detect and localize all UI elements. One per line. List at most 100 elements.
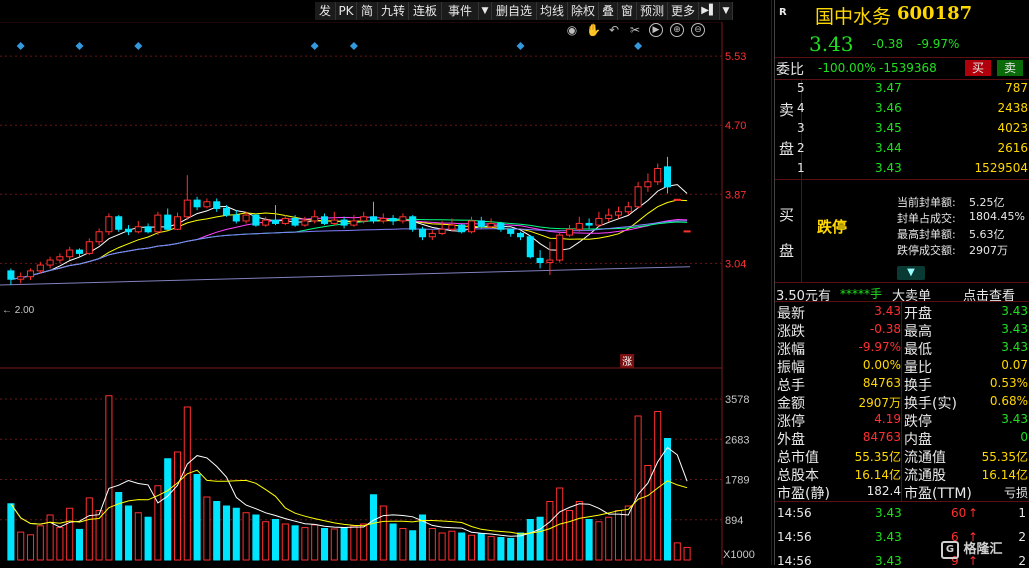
volume-bar[interactable] bbox=[683, 546, 691, 561]
volume-bar[interactable] bbox=[497, 537, 505, 561]
candle-body[interactable] bbox=[26, 270, 35, 278]
volume-bar[interactable] bbox=[144, 516, 152, 561]
candle-body[interactable] bbox=[360, 216, 368, 222]
candle-body[interactable] bbox=[595, 217, 603, 226]
candle-body[interactable] bbox=[173, 216, 182, 230]
candle-body[interactable] bbox=[379, 217, 387, 222]
candle-body[interactable] bbox=[213, 201, 221, 209]
volume-bar[interactable] bbox=[262, 521, 270, 561]
candle-body[interactable] bbox=[183, 199, 191, 218]
candle-body[interactable] bbox=[330, 219, 338, 224]
volume-bar[interactable] bbox=[507, 537, 515, 561]
volume-bar[interactable] bbox=[203, 496, 211, 561]
candle-body[interactable] bbox=[144, 226, 152, 233]
volume-bar[interactable] bbox=[487, 536, 495, 561]
sell-button[interactable]: 卖 bbox=[997, 60, 1023, 76]
volume-bar[interactable] bbox=[46, 514, 54, 561]
candle-body[interactable] bbox=[575, 222, 583, 230]
toolbar-more-dropdown-icon[interactable]: ▼ bbox=[720, 2, 733, 20]
volume-bar[interactable] bbox=[438, 532, 446, 561]
candle-body[interactable] bbox=[311, 216, 319, 222]
candle-body[interactable] bbox=[164, 214, 172, 230]
volume-bar[interactable] bbox=[575, 501, 583, 561]
toolbar-btn-11[interactable]: 预测 bbox=[637, 2, 668, 20]
volume-bar[interactable] bbox=[85, 497, 93, 561]
toolbar-btn-9[interactable]: 叠 bbox=[599, 2, 618, 20]
volume-bar[interactable] bbox=[213, 501, 221, 561]
volume-bar[interactable] bbox=[105, 395, 113, 561]
volume-bar[interactable] bbox=[585, 519, 593, 561]
candle-body[interactable] bbox=[526, 236, 534, 258]
volume-bar[interactable] bbox=[605, 516, 613, 561]
candle-body[interactable] bbox=[134, 226, 142, 233]
candle-body[interactable] bbox=[203, 201, 211, 208]
candle-body[interactable] bbox=[389, 217, 397, 222]
toolbar-btn-3[interactable]: 九转 bbox=[378, 2, 409, 20]
volume-bar[interactable] bbox=[173, 451, 182, 561]
candle-body[interactable] bbox=[262, 219, 270, 226]
candle-body[interactable] bbox=[7, 270, 15, 280]
candle-body[interactable] bbox=[458, 224, 466, 233]
volume-bar[interactable] bbox=[614, 510, 623, 561]
candle-body[interactable] bbox=[428, 232, 436, 238]
candle-body[interactable] bbox=[556, 234, 564, 261]
buy-button[interactable]: 买 bbox=[965, 60, 991, 76]
candle-body[interactable] bbox=[75, 249, 84, 254]
volume-bar[interactable] bbox=[56, 527, 64, 561]
toolbar-btn-5[interactable]: 事件 bbox=[442, 2, 479, 20]
toolbar-btn-6[interactable]: 删自选 bbox=[492, 2, 537, 20]
volume-bar[interactable] bbox=[242, 512, 250, 561]
candle-body[interactable] bbox=[605, 214, 613, 219]
candle-body[interactable] bbox=[683, 230, 691, 233]
candle-body[interactable] bbox=[565, 228, 574, 236]
candle-body[interactable] bbox=[17, 276, 25, 280]
candle-body[interactable] bbox=[66, 249, 74, 258]
toolbar-btn-0[interactable]: 发 bbox=[315, 2, 336, 20]
candle-body[interactable] bbox=[350, 220, 358, 226]
volume-bar[interactable] bbox=[360, 523, 368, 561]
candle-body[interactable] bbox=[85, 241, 93, 254]
hand-icon[interactable]: ✋ bbox=[586, 23, 601, 37]
candle-body[interactable] bbox=[320, 216, 329, 224]
candle-body[interactable] bbox=[124, 228, 133, 233]
volume-bar[interactable] bbox=[291, 525, 299, 561]
candle-body[interactable] bbox=[271, 219, 280, 224]
volume-bar[interactable] bbox=[271, 519, 280, 561]
volume-bar[interactable] bbox=[222, 505, 231, 561]
candle-body[interactable] bbox=[673, 198, 681, 201]
volume-bar[interactable] bbox=[17, 531, 25, 561]
candle-body[interactable] bbox=[291, 217, 299, 226]
volume-bar[interactable] bbox=[663, 438, 672, 561]
volume-bar[interactable] bbox=[75, 528, 84, 561]
candle-body[interactable] bbox=[193, 199, 201, 208]
candle-body[interactable] bbox=[624, 206, 632, 213]
candle-body[interactable] bbox=[154, 214, 162, 233]
candle-body[interactable] bbox=[448, 224, 456, 230]
candle-body[interactable] bbox=[252, 214, 260, 226]
candle-body[interactable] bbox=[418, 228, 427, 238]
volume-bar[interactable] bbox=[350, 525, 358, 561]
candle-body[interactable] bbox=[115, 216, 123, 230]
volume-bar[interactable] bbox=[164, 458, 172, 561]
volume-bar[interactable] bbox=[467, 534, 476, 561]
volume-bar[interactable] bbox=[448, 530, 456, 561]
volume-bar[interactable] bbox=[7, 503, 15, 561]
candle-body[interactable] bbox=[222, 207, 231, 216]
toolbar-btn-1[interactable]: PK bbox=[336, 2, 357, 20]
candle-body[interactable] bbox=[654, 168, 662, 183]
candle-body[interactable] bbox=[232, 214, 240, 222]
volume-bar[interactable] bbox=[516, 532, 525, 561]
volume-bar[interactable] bbox=[134, 512, 142, 561]
candle-body[interactable] bbox=[281, 217, 289, 224]
candle-body[interactable] bbox=[242, 214, 250, 222]
volume-bar[interactable] bbox=[634, 415, 642, 561]
volume-bar[interactable] bbox=[477, 533, 485, 561]
toolbar-btn-7[interactable]: 均线 bbox=[537, 2, 568, 20]
candle-body[interactable] bbox=[105, 216, 113, 233]
candle-body[interactable] bbox=[536, 257, 544, 264]
candle-body[interactable] bbox=[663, 166, 672, 188]
volume-bar[interactable] bbox=[399, 528, 407, 561]
volume-bar[interactable] bbox=[115, 492, 123, 561]
toolbar-btn-8[interactable]: 除权 bbox=[568, 2, 599, 20]
volume-bar[interactable] bbox=[66, 507, 74, 561]
